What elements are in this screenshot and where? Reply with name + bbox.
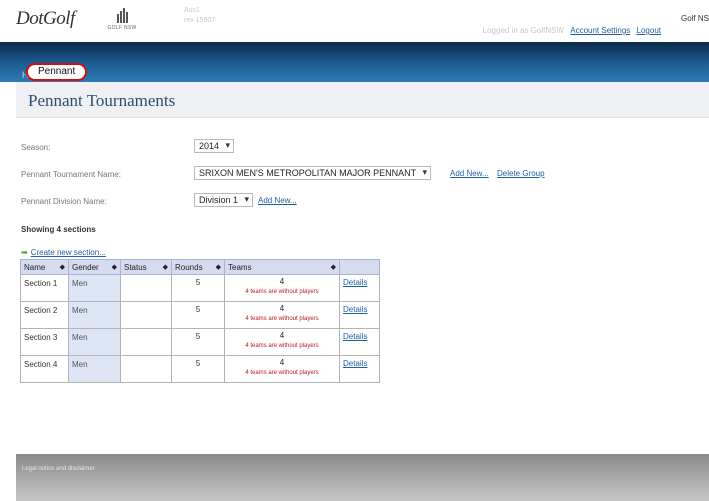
table-row: Section 1 Men 5 4 4 teams are without pla… bbox=[20, 274, 380, 302]
delete-group-link[interactable]: Delete Group bbox=[497, 169, 545, 178]
section-name: Section 2 bbox=[20, 301, 69, 329]
table-row: Section 2 Men 5 4 4 teams are without pla… bbox=[20, 301, 380, 329]
logout-link[interactable]: Logout bbox=[637, 26, 661, 35]
col-header-actions bbox=[339, 259, 380, 275]
green-arrow-icon: ➡ bbox=[21, 248, 28, 257]
teams-warning: 4 teams are without players bbox=[245, 370, 319, 376]
main-content: Season: 2014 Pennant Tournament Name: SR… bbox=[16, 118, 709, 454]
section-gender: Men bbox=[68, 355, 121, 383]
division-select[interactable]: Division 1 bbox=[194, 193, 254, 207]
col-header-name[interactable]: Name ◆ bbox=[20, 259, 69, 275]
tournament-label: Pennant Tournament Name: bbox=[21, 170, 121, 179]
sections-table: Name ◆ Gender ◆ Status ◆ Rounds ◆ Teams ◆ Sec… bbox=[20, 259, 380, 383]
version-number: rev 15807 bbox=[184, 17, 216, 24]
section-rounds: 5 bbox=[171, 274, 225, 302]
dotgolf-logo[interactable]: DotGolf bbox=[16, 8, 75, 30]
title-bar: Pennant Tournaments bbox=[16, 82, 709, 118]
sections-count: Showing 4 sections bbox=[21, 225, 96, 234]
section-status bbox=[120, 328, 172, 356]
section-rounds: 5 bbox=[171, 301, 225, 329]
section-gender: Men bbox=[68, 274, 121, 302]
sort-icon: ◆ bbox=[330, 263, 336, 271]
section-name: Section 1 bbox=[20, 274, 69, 302]
section-gender: Men bbox=[68, 301, 121, 329]
table-row: Section 4 Men 5 4 4 teams are without pla… bbox=[20, 355, 380, 383]
sort-icon: ◆ bbox=[111, 263, 117, 271]
col-header-teams[interactable]: Teams ◆ bbox=[224, 259, 340, 275]
teams-warning: 4 teams are without players bbox=[245, 289, 319, 295]
section-name: Section 3 bbox=[20, 328, 69, 356]
teams-warning: 4 teams are without players bbox=[245, 343, 319, 349]
tournament-add-new-link[interactable]: Add New... bbox=[450, 169, 489, 178]
tournament-select[interactable]: SRIXON MEN'S METROPOLITAN MAJOR PENNANT bbox=[194, 166, 432, 180]
account-settings-link[interactable]: Account Settings bbox=[570, 26, 630, 35]
section-status bbox=[120, 355, 172, 383]
section-status bbox=[120, 301, 172, 329]
create-section-row: ➡ Create new section... bbox=[21, 248, 106, 257]
division-label: Pennant Division Name: bbox=[21, 197, 107, 206]
section-teams: 4 4 teams are without players bbox=[224, 301, 340, 329]
section-actions: Details bbox=[339, 328, 380, 356]
table-header-row: Name ◆ Gender ◆ Status ◆ Rounds ◆ Teams ◆ bbox=[20, 259, 380, 275]
logged-in-text: Logged in as GolfNSW bbox=[482, 26, 565, 35]
season-select[interactable]: 2014 bbox=[194, 139, 235, 153]
section-actions: Details bbox=[339, 355, 380, 383]
table-row: Section 3 Men 5 4 4 teams are without pla… bbox=[20, 328, 380, 356]
app-header: DotGolf GOLF NSW Aus1 rev 15807 Logged i… bbox=[0, 0, 709, 42]
teams-count: 4 bbox=[279, 304, 285, 313]
create-section-link[interactable]: Create new section... bbox=[31, 248, 106, 257]
section-name: Section 4 bbox=[20, 355, 69, 383]
golf-nsw-building-icon bbox=[117, 8, 128, 23]
org-name: Golf NS bbox=[680, 14, 709, 23]
section-actions: Details bbox=[339, 301, 380, 329]
section-teams: 4 4 teams are without players bbox=[224, 274, 340, 302]
teams-count: 4 bbox=[279, 331, 285, 340]
section-teams: 4 4 teams are without players bbox=[224, 328, 340, 356]
teams-count: 4 bbox=[279, 277, 285, 286]
col-header-status[interactable]: Status ◆ bbox=[120, 259, 172, 275]
col-header-rounds[interactable]: Rounds ◆ bbox=[171, 259, 225, 275]
legal-notice-link[interactable]: Legal notice and disclaimer bbox=[22, 466, 95, 472]
golf-nsw-logo: GOLF NSW bbox=[106, 8, 138, 34]
section-teams: 4 4 teams are without players bbox=[224, 355, 340, 383]
details-link[interactable]: Details bbox=[343, 305, 367, 314]
sort-icon: ◆ bbox=[59, 263, 65, 271]
section-rounds: 5 bbox=[171, 355, 225, 383]
season-label: Season: bbox=[21, 143, 51, 152]
app-name: Aus1 bbox=[184, 7, 200, 14]
nav-band bbox=[0, 42, 709, 82]
page-title: Pennant Tournaments bbox=[28, 91, 176, 110]
details-link[interactable]: Details bbox=[343, 332, 367, 341]
page-footer: Legal notice and disclaimer bbox=[16, 454, 709, 501]
sort-icon: ◆ bbox=[215, 263, 221, 271]
col-header-gender[interactable]: Gender ◆ bbox=[68, 259, 121, 275]
details-link[interactable]: Details bbox=[343, 359, 367, 368]
details-link[interactable]: Details bbox=[343, 278, 367, 287]
teams-count: 4 bbox=[279, 358, 285, 367]
breadcrumb-pennant[interactable]: Pennant bbox=[26, 63, 88, 81]
golf-nsw-logo-text: GOLF NSW bbox=[107, 25, 137, 31]
division-add-new-link[interactable]: Add New... bbox=[258, 196, 297, 205]
version-info: Aus1 rev 15807 bbox=[184, 6, 215, 26]
teams-warning: 4 teams are without players bbox=[245, 316, 319, 322]
section-gender: Men bbox=[68, 328, 121, 356]
login-info: Logged in as GolfNSW Account Settings Lo… bbox=[483, 26, 661, 35]
section-rounds: 5 bbox=[171, 328, 225, 356]
sort-icon: ◆ bbox=[162, 263, 168, 271]
section-status bbox=[120, 274, 172, 302]
section-actions: Details bbox=[339, 274, 380, 302]
